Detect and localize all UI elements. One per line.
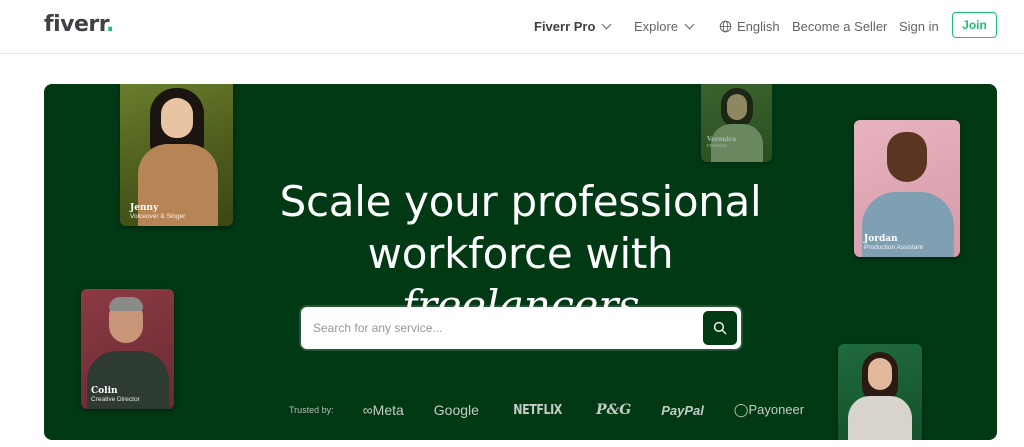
- nav-fiverr-pro-label: Fiverr Pro: [534, 18, 596, 34]
- portrait-face: [887, 132, 927, 182]
- join-button[interactable]: Join: [952, 12, 997, 38]
- nav-become-seller-label: Become a Seller: [792, 18, 888, 34]
- nav-become-seller[interactable]: Become a Seller: [792, 17, 887, 35]
- card-role: Production Assistant: [864, 244, 923, 251]
- card-name: Jordan: [864, 234, 898, 244]
- freelancer-card-jordan: Jordan Production Assistant: [854, 120, 960, 257]
- pg-logo: P&G: [596, 402, 632, 418]
- portrait-face: [727, 94, 747, 120]
- freelancer-card-jenny: Jenny Voiceover & Singer: [120, 84, 233, 226]
- card-name: Veronica: [707, 136, 737, 143]
- trusted-by-label: Trusted by:: [289, 405, 334, 415]
- nav-explore-label: Explore: [634, 18, 679, 34]
- card-caption: Jenny Voiceover & Singer: [130, 203, 185, 220]
- nav-sign-in-label: Sign in: [899, 18, 939, 34]
- netflix-logo: NETFLIX: [513, 402, 562, 418]
- portrait-face: [161, 98, 193, 138]
- headline-line-2: workforce with: [367, 229, 674, 278]
- card-role: Creative Director: [91, 396, 140, 403]
- card-caption: Jordan Production Assistant: [864, 234, 923, 251]
- logo-text: fiverr: [44, 12, 106, 37]
- portrait-face: [868, 358, 892, 390]
- card-caption: Veronica Presenter: [707, 136, 736, 148]
- search-bar: [301, 307, 741, 349]
- logo-dot: .: [105, 12, 114, 37]
- card-role: Voiceover & Singer: [130, 213, 186, 220]
- google-logo: Google: [433, 402, 479, 418]
- trusted-by-row: Trusted by: ∞Meta Google NETFLIX P&G Pay…: [289, 402, 834, 418]
- search-button[interactable]: [703, 311, 737, 345]
- nav-fiverr-pro[interactable]: Fiverr Pro: [534, 17, 612, 35]
- chevron-down-icon: [684, 19, 695, 29]
- nav-explore[interactable]: Explore: [634, 17, 695, 35]
- headline-line-1: Scale your professional: [279, 177, 762, 226]
- freelancer-card-colin: Colin Creative Director: [81, 289, 174, 409]
- nav-language[interactable]: English: [719, 17, 780, 35]
- search-icon: [713, 321, 727, 335]
- fiverr-logo[interactable]: fiverr.: [44, 12, 114, 37]
- search-input[interactable]: [313, 317, 693, 339]
- portrait-hair: [109, 297, 143, 311]
- card-caption: Colin Creative Director: [91, 386, 140, 403]
- top-navbar: fiverr. Fiverr Pro Explore English Becom…: [0, 0, 1024, 54]
- freelancer-card-unnamed: [838, 344, 922, 440]
- card-name: Jenny: [130, 203, 159, 213]
- paypal-logo: PayPal: [661, 402, 704, 418]
- meta-logo: ∞Meta: [362, 402, 404, 418]
- globe-icon: [719, 20, 732, 32]
- card-role: Presenter: [707, 143, 727, 148]
- hero-banner: Jenny Voiceover & Singer Veronica Presen…: [44, 84, 997, 440]
- chevron-down-icon: [601, 19, 612, 29]
- nav-sign-in[interactable]: Sign in: [899, 17, 939, 35]
- freelancer-card-veronica: Veronica Presenter: [701, 84, 772, 162]
- nav-language-label: English: [737, 18, 780, 34]
- portrait-body: [848, 396, 912, 440]
- payoneer-logo: ◯Payoneer: [733, 402, 805, 417]
- card-name: Colin: [91, 386, 118, 396]
